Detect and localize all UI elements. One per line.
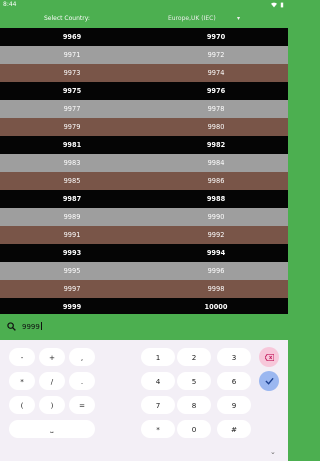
row-number-right: 9982 (206, 141, 226, 149)
row-number-left: 9985 (63, 177, 81, 185)
text-caret (40, 322, 42, 330)
row-number-right: 9990 (207, 213, 225, 221)
table-row: 9969 9970 (0, 28, 288, 46)
row-number-right: 9974 (207, 69, 225, 77)
keyboard-key[interactable]: ( (9, 396, 35, 414)
row-number-left: 9993 (62, 249, 82, 257)
row-number-right: 9986 (207, 177, 225, 185)
checkmark-icon (264, 377, 274, 385)
keyboard-key[interactable]: - (9, 348, 35, 366)
row-number-right: 9992 (207, 231, 225, 239)
table-row: 9973 9974 (0, 64, 288, 82)
number-key[interactable]: 6 (217, 372, 251, 390)
country-header: Select Country: Europe,UK (IEC) ▾ (0, 10, 288, 28)
row-number-right: 9988 (206, 195, 226, 203)
keyboard-key[interactable]: ) (39, 396, 65, 414)
row-number-left: 9979 (63, 123, 81, 131)
wifi-icon (271, 2, 277, 8)
row-number-right: 9998 (207, 285, 225, 293)
chevron-down-icon[interactable]: ▾ (237, 15, 240, 22)
row-number-right: 9976 (206, 87, 226, 95)
row-number-right: 9972 (207, 51, 225, 59)
table-row: 9983 9984 (0, 154, 288, 172)
search-input[interactable]: 9999 (22, 322, 42, 331)
number-key[interactable]: 9 (217, 396, 251, 414)
table-row: 9997 9998 (0, 280, 288, 298)
table-row: 9993 9994 (0, 244, 288, 262)
space-key[interactable]: ⎵ (9, 420, 95, 438)
backspace-key[interactable] (259, 347, 279, 367)
table-row: 9989 9990 (0, 208, 288, 226)
row-number-right: 9994 (206, 249, 226, 257)
search-bar[interactable]: 9999 (0, 314, 288, 340)
search-icon (7, 322, 16, 331)
number-key[interactable]: 1 (141, 348, 175, 366)
search-value: 9999 (22, 323, 40, 331)
status-icons (271, 0, 285, 10)
status-time: 8:44 (3, 1, 17, 8)
keyboard-key[interactable]: / (39, 372, 65, 390)
row-number-left: 9973 (63, 69, 81, 77)
numeric-keyboard: ⌄ - +, * /.() = ⎵ 1 2 3 4 5 6 7 8 9 * 0 # (0, 340, 288, 461)
row-number-left: 9991 (63, 231, 81, 239)
number-key[interactable]: 4 (141, 372, 175, 390)
row-number-right: 9996 (207, 267, 225, 275)
row-number-right: 9978 (207, 105, 225, 113)
row-number-left: 9981 (62, 141, 82, 149)
row-number-right: 9970 (206, 33, 226, 41)
keyboard-key[interactable]: * (9, 372, 35, 390)
row-number-right: 9980 (207, 123, 225, 131)
row-number-left: 9997 (63, 285, 81, 293)
backspace-icon (264, 353, 274, 361)
row-number-left: 9983 (63, 159, 81, 167)
table-row: 9971 9972 (0, 46, 288, 64)
chevron-down-icon[interactable]: ⌄ (270, 448, 276, 456)
number-table: 9969 9970 9971 9972 9973 9974 9975 9976 9977 9978… (0, 28, 288, 316)
number-key[interactable]: # (217, 420, 251, 438)
row-number-right: 9984 (207, 159, 225, 167)
status-bar: 8:44 (0, 0, 288, 10)
number-key[interactable]: 2 (177, 348, 211, 366)
table-row: 9995 9996 (0, 262, 288, 280)
row-number-right: 10000 (204, 303, 228, 311)
keyboard-key[interactable]: = (69, 396, 95, 414)
row-number-left: 9989 (63, 213, 81, 221)
number-key[interactable]: 5 (177, 372, 211, 390)
table-row: 9975 9976 (0, 82, 288, 100)
table-row: 9981 9982 (0, 136, 288, 154)
row-number-left: 9995 (63, 267, 81, 275)
country-select[interactable]: Europe,UK (IEC) (168, 15, 216, 22)
battery-icon (280, 2, 284, 8)
row-number-left: 9999 (62, 303, 82, 311)
row-number-left: 9971 (63, 51, 81, 59)
row-number-left: 9977 (63, 105, 81, 113)
keyboard-key[interactable]: . (69, 372, 95, 390)
table-row: 9977 9978 (0, 100, 288, 118)
done-key[interactable] (259, 371, 279, 391)
table-row: 9979 9980 (0, 118, 288, 136)
row-number-left: 9987 (62, 195, 82, 203)
table-row: 9985 9986 (0, 172, 288, 190)
row-number-left: 9975 (62, 87, 82, 95)
number-key[interactable]: * (141, 420, 175, 438)
row-number-left: 9969 (62, 33, 82, 41)
number-key[interactable]: 8 (177, 396, 211, 414)
number-key[interactable]: 3 (217, 348, 251, 366)
keyboard-key[interactable]: , (69, 348, 95, 366)
table-row: 9991 9992 (0, 226, 288, 244)
keyboard-key[interactable]: + (39, 348, 65, 366)
number-key[interactable]: 7 (141, 396, 175, 414)
table-row: 9987 9988 (0, 190, 288, 208)
number-key[interactable]: 0 (177, 420, 211, 438)
country-label: Select Country: (44, 15, 90, 22)
